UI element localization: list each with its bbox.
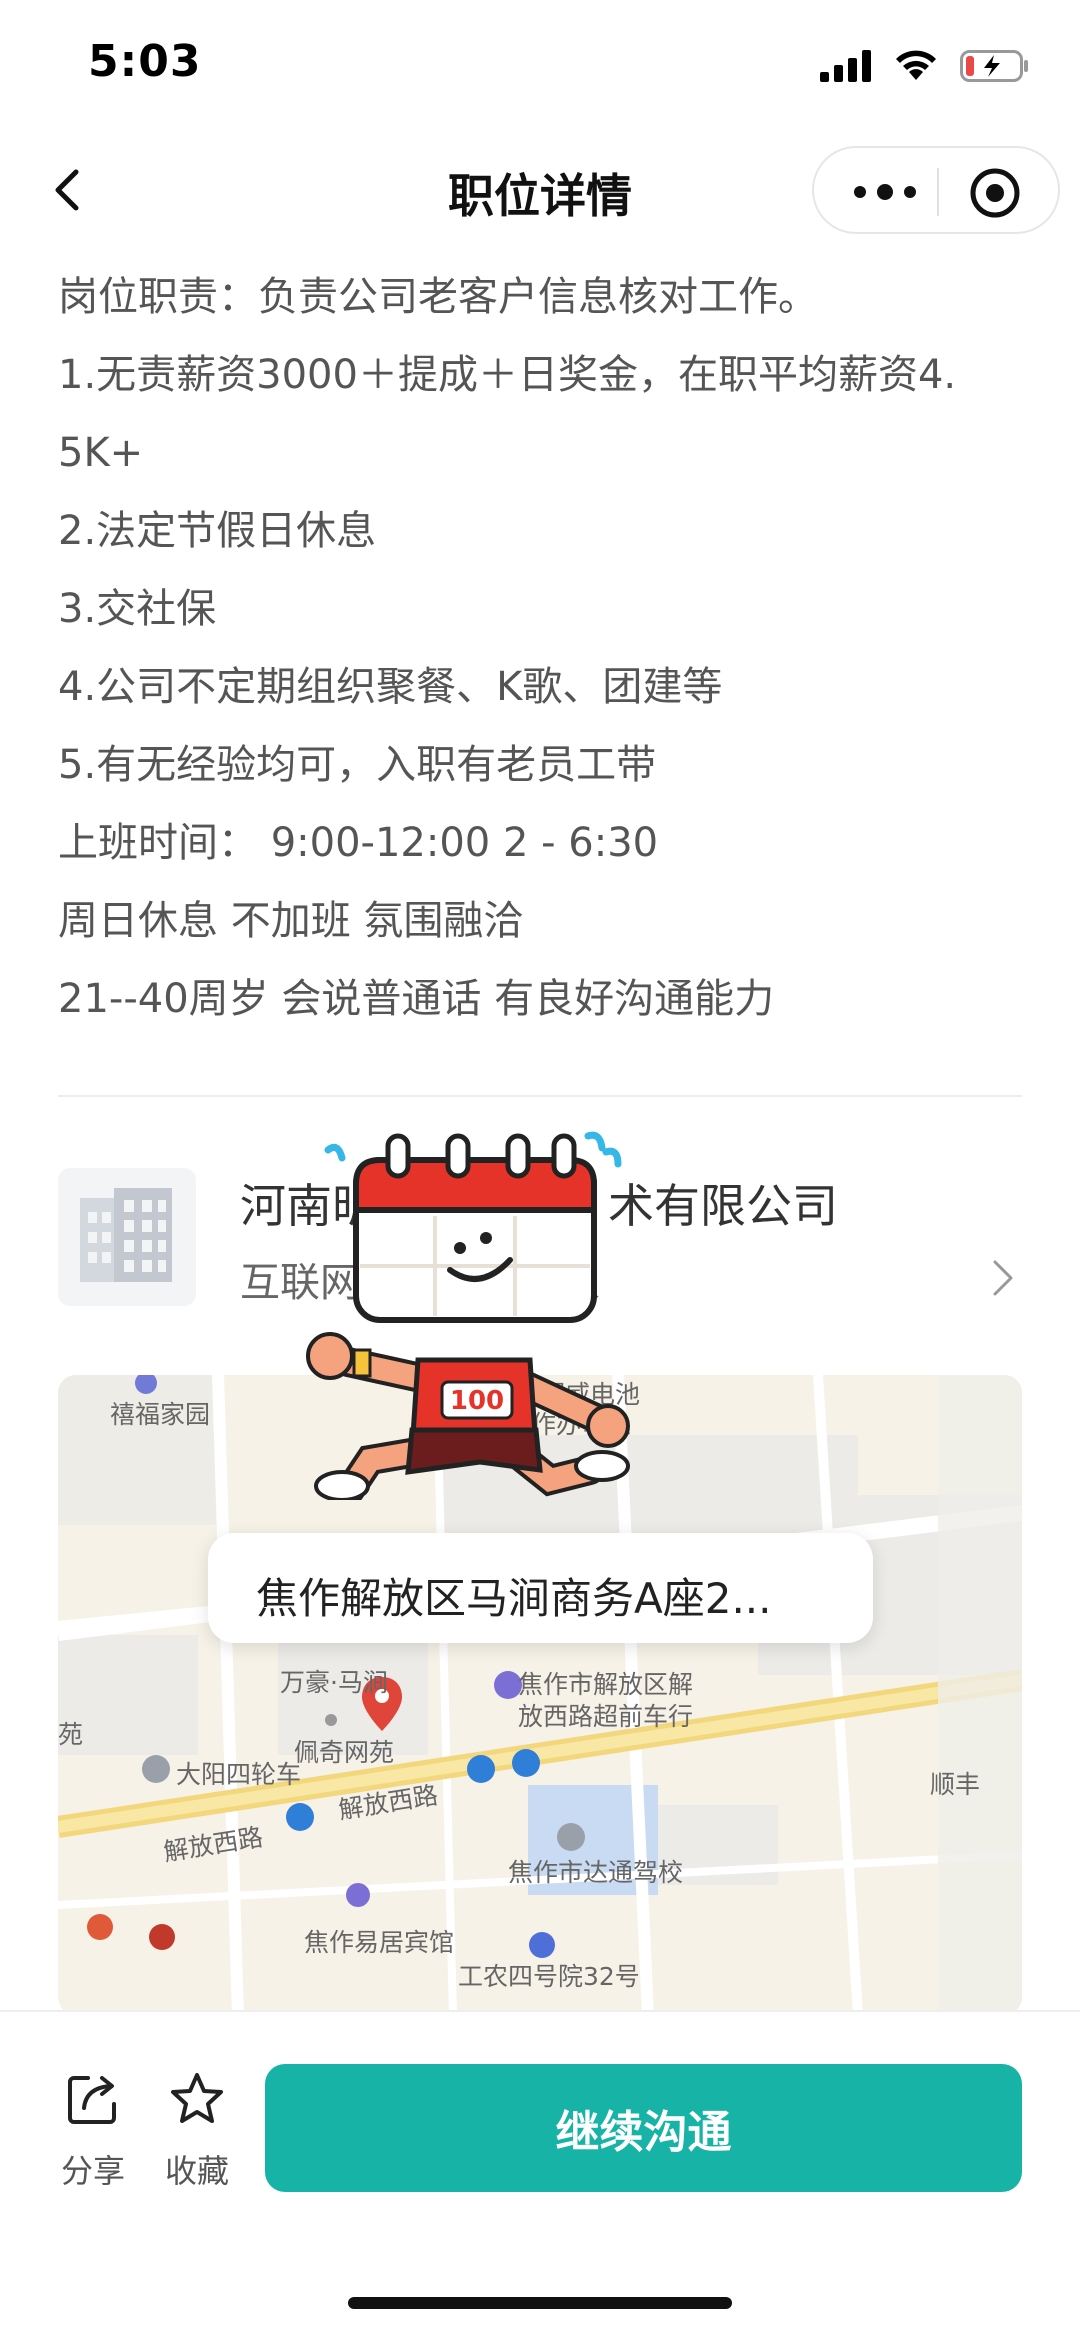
description-line: 3.交社保 xyxy=(58,586,217,632)
building-icon xyxy=(80,1188,172,1282)
nav-bar: 职位详情 xyxy=(0,130,1080,250)
description-line: 5.有无经验均可，入职有老员工带 xyxy=(58,742,657,788)
chevron-right-icon[interactable] xyxy=(990,1258,1016,1298)
back-icon[interactable] xyxy=(40,160,100,220)
map-label: 工农四号院32号 xyxy=(458,1962,640,1991)
description-line: 周日休息 不加班 氛围融洽 xyxy=(58,898,524,944)
battery-icon xyxy=(960,50,1028,82)
address-bubble[interactable]: 焦作解放区马涧商务A座2... xyxy=(208,1533,873,1643)
description-line: 4.公司不定期组织聚餐、K歌、团建等 xyxy=(58,664,723,710)
map-label: 放西路超前车行 xyxy=(518,1702,694,1731)
description-line: 上班时间： 9:00-12:00 2 - 6:30 xyxy=(58,820,659,866)
status-bar: 5:03 xyxy=(0,0,1080,130)
map-label: 顺丰 xyxy=(930,1770,981,1799)
more-icon[interactable] xyxy=(850,174,920,210)
map-label: 苑 xyxy=(58,1720,84,1749)
star-icon xyxy=(171,2073,223,2123)
address-text: 焦作解放区马涧商务A座2... xyxy=(256,1574,772,1623)
home-indicator[interactable] xyxy=(348,2297,732,2309)
map-label: 焦作市达通驾校 xyxy=(508,1858,684,1887)
job-description: 岗位职责：负责公司老客户信息核对工作。 1.无责薪资3000＋提成＋日奖金，在职… xyxy=(58,258,1018,1038)
map-label: 禧福家园 xyxy=(110,1400,211,1429)
share-icon xyxy=(68,2076,116,2124)
map-label: 佩奇网苑 xyxy=(294,1738,395,1767)
share-label: 分享 xyxy=(60,2152,125,2190)
favorite-label: 收藏 xyxy=(164,2152,229,2190)
capsule-divider xyxy=(937,168,939,216)
status-icons xyxy=(820,46,1030,86)
status-time: 5:03 xyxy=(88,36,202,87)
continue-chat-button[interactable]: 继续沟通 xyxy=(265,2064,1022,2192)
wifi-icon xyxy=(896,50,936,80)
signal-icon xyxy=(820,50,871,82)
section-divider xyxy=(58,1095,1022,1097)
bottom-action-bar: 分享 收藏 继续沟通 xyxy=(0,2010,1080,2341)
mascot-badge: 100 xyxy=(450,1386,504,1416)
running-calendar-mascot: 100 xyxy=(306,1131,630,1500)
map-label: 万豪·马涧 xyxy=(280,1668,388,1697)
map-label: 焦作市解放区解 xyxy=(518,1670,694,1699)
description-line: 岗位职责：负责公司老客户信息核对工作。 xyxy=(58,274,818,320)
map-label: 大阳四轮车 xyxy=(176,1760,302,1789)
description-line: 21--40周岁 会说普通话 有良好沟通能力 xyxy=(58,976,775,1022)
description-line: 2.法定节假日休息 xyxy=(58,508,377,554)
description-line: 1.无责薪资3000＋提成＋日奖金，在职平均薪资4. xyxy=(58,352,957,398)
description-line: 5K+ xyxy=(58,430,144,476)
target-icon[interactable] xyxy=(969,167,1021,219)
map-label: 焦作易居宾馆 xyxy=(304,1928,455,1957)
company-logo[interactable] xyxy=(58,1168,196,1306)
mini-program-capsule xyxy=(812,146,1060,234)
share-button[interactable]: 分享 xyxy=(48,2070,138,2192)
favorite-button[interactable]: 收藏 xyxy=(152,2070,242,2192)
